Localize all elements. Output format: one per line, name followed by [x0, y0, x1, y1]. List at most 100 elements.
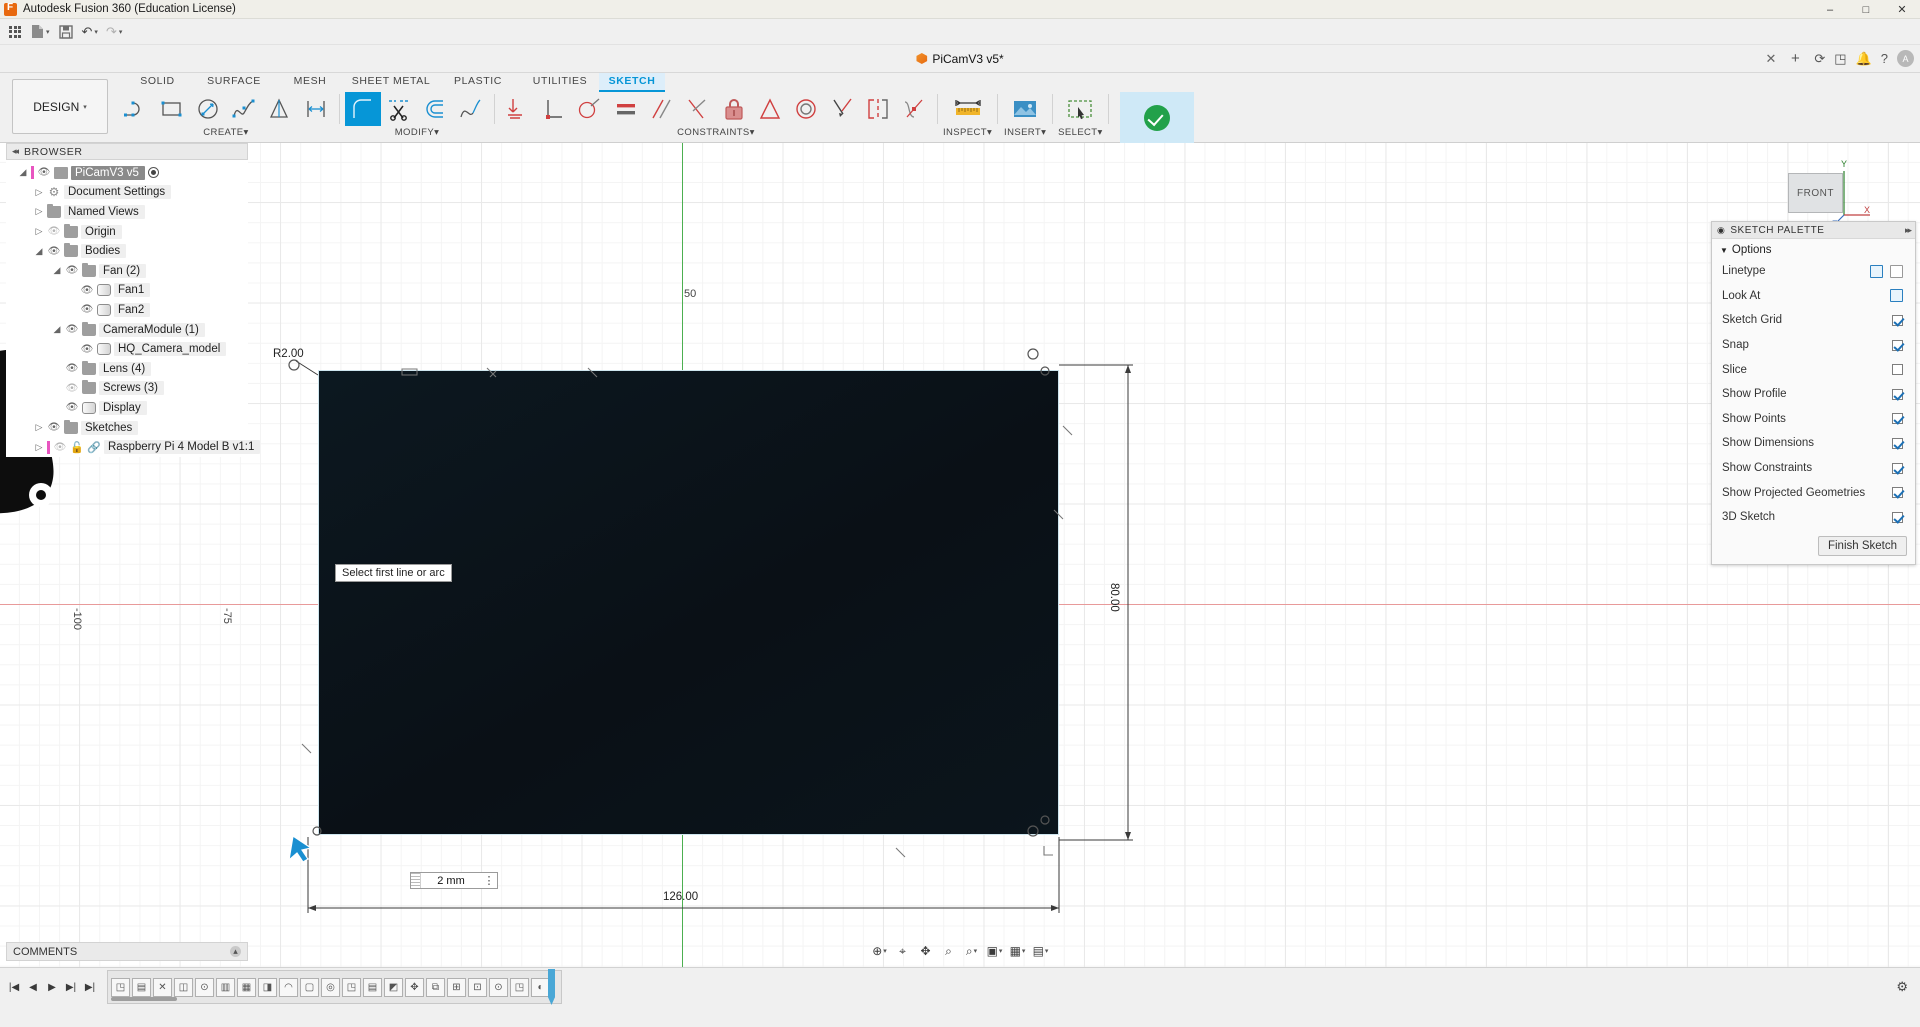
browser-item-screws[interactable]: 👁 Screws (3)	[6, 379, 248, 399]
show-constraints-checkbox[interactable]	[1892, 462, 1903, 474]
app-grid-button[interactable]	[4, 21, 26, 43]
visibility-eye-icon[interactable]: 👁	[80, 304, 94, 315]
tab-plastic[interactable]: PLASTIC	[435, 73, 521, 90]
look-at-control[interactable]	[1890, 289, 1903, 303]
tab-utilities[interactable]: UTILITIES	[521, 73, 599, 90]
expand-arrow-icon[interactable]	[18, 167, 28, 178]
snap-checkbox[interactable]	[1892, 339, 1903, 351]
timeline-feature[interactable]: ▢	[300, 977, 319, 997]
midpoint-constraint-button[interactable]	[680, 92, 716, 126]
visibility-eye-off-icon[interactable]: 👁	[53, 442, 67, 453]
drag-grip-icon[interactable]	[411, 873, 421, 888]
radius-dimension-label[interactable]: R2.00	[273, 348, 304, 360]
browser-item-sketches[interactable]: 👁 Sketches	[6, 418, 248, 438]
show-points-checkbox[interactable]	[1892, 413, 1903, 425]
timeline-feature[interactable]: ▤	[132, 977, 151, 997]
normal-linetype-icon[interactable]	[1870, 264, 1883, 278]
fix-unfix-constraint-button[interactable]	[716, 92, 752, 126]
timeline-feature[interactable]: ⧉	[426, 977, 445, 997]
timeline-feature[interactable]: ◩	[384, 977, 403, 997]
visibility-eye-icon[interactable]: 👁	[65, 324, 79, 335]
display-settings-button[interactable]: ▣ ▾	[984, 942, 1005, 961]
show-projected-geometries-checkbox[interactable]	[1892, 487, 1903, 499]
orbit-button[interactable]: ⊕ ▾	[869, 942, 890, 961]
timeline-track[interactable]: ◳ ▤ ✕ ◫ ⊙ ▥ ▦ ◨ ◠ ▢ ◎ ◳ ▤ ◩ ✥ ⧉ ⊞ ⊡ ⊙ ◳ …	[107, 969, 562, 1005]
expand-arrow-icon[interactable]	[34, 187, 44, 198]
timeline-step-back-button[interactable]: ◀	[25, 978, 41, 996]
undo-button[interactable]: ↶ ▾	[79, 21, 101, 43]
break-tool-button[interactable]	[453, 92, 489, 126]
collapse-panel-icon[interactable]: ◂◂	[12, 146, 19, 157]
zoom-button[interactable]: ⌕	[938, 942, 959, 961]
perpendicular-constraint-button[interactable]	[536, 92, 572, 126]
offset-tool-button[interactable]	[417, 92, 453, 126]
close-tab-icon[interactable]: ✕	[1765, 51, 1776, 67]
expand-arrow-icon[interactable]	[34, 246, 44, 257]
activate-component-radio[interactable]	[147, 167, 159, 179]
palette-finish-sketch-button[interactable]: Finish Sketch	[1817, 535, 1907, 556]
equal-constraint-button[interactable]	[608, 92, 644, 126]
browser-item-hq-camera-model[interactable]: 👁 HQ_Camera_model	[6, 339, 248, 359]
timeline-settings-icon[interactable]: ⚙	[1896, 979, 1908, 995]
viewports-button[interactable]: ▤ ▾	[1030, 942, 1051, 961]
measure-tool-button[interactable]	[946, 92, 990, 126]
timeline-feature[interactable]: ▦	[237, 977, 256, 997]
height-dimension-label[interactable]: 80.00	[1108, 583, 1120, 612]
pan-button[interactable]: ✥	[915, 942, 936, 961]
new-file-button[interactable]: ▾	[28, 21, 53, 43]
tangent-constraint-button[interactable]	[572, 92, 608, 126]
polygon-tool-button[interactable]	[262, 92, 298, 126]
palette-row-snap[interactable]: Snap	[1712, 333, 1915, 358]
browser-item-cameramodule[interactable]: 👁 CameraModule (1)	[6, 320, 248, 340]
palette-row-show-points[interactable]: Show Points	[1712, 407, 1915, 432]
minimize-button[interactable]: –	[1812, 0, 1848, 19]
new-tab-button[interactable]: +	[1785, 49, 1805, 69]
slice-checkbox[interactable]	[1892, 364, 1903, 376]
mirror-constraint-button[interactable]	[860, 92, 896, 126]
expand-palette-icon[interactable]: ▸▸	[1905, 225, 1912, 236]
timeline-feature[interactable]: ◳	[342, 977, 361, 997]
timeline-scrollbar[interactable]	[111, 997, 177, 1001]
timeline-feature[interactable]: ⊙	[489, 977, 508, 997]
browser-item-picamv3[interactable]: 👁 PiCamV3 v5	[6, 163, 248, 183]
parallel-constraint-button[interactable]	[644, 92, 680, 126]
visibility-eye-icon[interactable]: 👁	[37, 167, 51, 178]
visibility-eye-icon[interactable]: 👁	[65, 402, 79, 413]
visibility-eye-icon[interactable]: 👁	[80, 344, 94, 355]
expand-arrow-icon[interactable]	[34, 206, 44, 217]
curvature-constraint-button[interactable]	[896, 92, 932, 126]
timeline-feature[interactable]: ✥	[405, 977, 424, 997]
timeline-feature[interactable]: ⊙	[195, 977, 214, 997]
browser-item-fan2[interactable]: 👁 Fan2	[6, 300, 248, 320]
save-button[interactable]	[55, 21, 77, 43]
line-tool-button[interactable]	[118, 92, 154, 126]
browser-item-document-settings[interactable]: ⚙ Document Settings	[6, 183, 248, 203]
tab-solid[interactable]: SOLID	[120, 73, 195, 90]
palette-row-show-dimensions[interactable]: Show Dimensions	[1712, 431, 1915, 456]
look-at-button[interactable]: ⌖	[892, 942, 913, 961]
browser-item-fan1[interactable]: 👁 Fan1	[6, 281, 248, 301]
linetype-controls[interactable]	[1870, 264, 1903, 278]
timeline-feature[interactable]: ✕	[153, 977, 172, 997]
tab-sketch[interactable]: SKETCH	[599, 73, 665, 92]
construction-linetype-icon[interactable]	[1890, 264, 1903, 278]
timeline-feature[interactable]: ▤	[363, 977, 382, 997]
3d-sketch-checkbox[interactable]	[1892, 511, 1903, 523]
show-dimensions-checkbox[interactable]	[1892, 437, 1903, 449]
close-window-button[interactable]: ✕	[1884, 0, 1920, 19]
palette-row-look-at[interactable]: Look At	[1712, 284, 1915, 309]
comments-expand-icon[interactable]: ▴	[230, 946, 241, 957]
fillet-radius-input[interactable]: 2 mm ⋮	[410, 872, 498, 889]
timeline-go-to-beginning-button[interactable]: |◀	[6, 978, 22, 996]
browser-item-fan-group[interactable]: 👁 Fan (2)	[6, 261, 248, 281]
rectangle-tool-button[interactable]	[154, 92, 190, 126]
expand-arrow-icon[interactable]	[34, 226, 44, 237]
notifications-icon[interactable]: 🔔	[1856, 51, 1872, 67]
tab-surface[interactable]: SURFACE	[195, 73, 273, 90]
avatar[interactable]: A	[1897, 50, 1914, 67]
document-tab[interactable]: PiCamV3 v5*	[916, 52, 1004, 66]
browser-item-named-views[interactable]: Named Views	[6, 202, 248, 222]
timeline-feature[interactable]: ◫	[174, 977, 193, 997]
timeline-feature[interactable]: ◳	[510, 977, 529, 997]
browser-item-raspberry-pi[interactable]: 👁 🔓 🔗 Raspberry Pi 4 Model B v1:1	[6, 437, 261, 457]
